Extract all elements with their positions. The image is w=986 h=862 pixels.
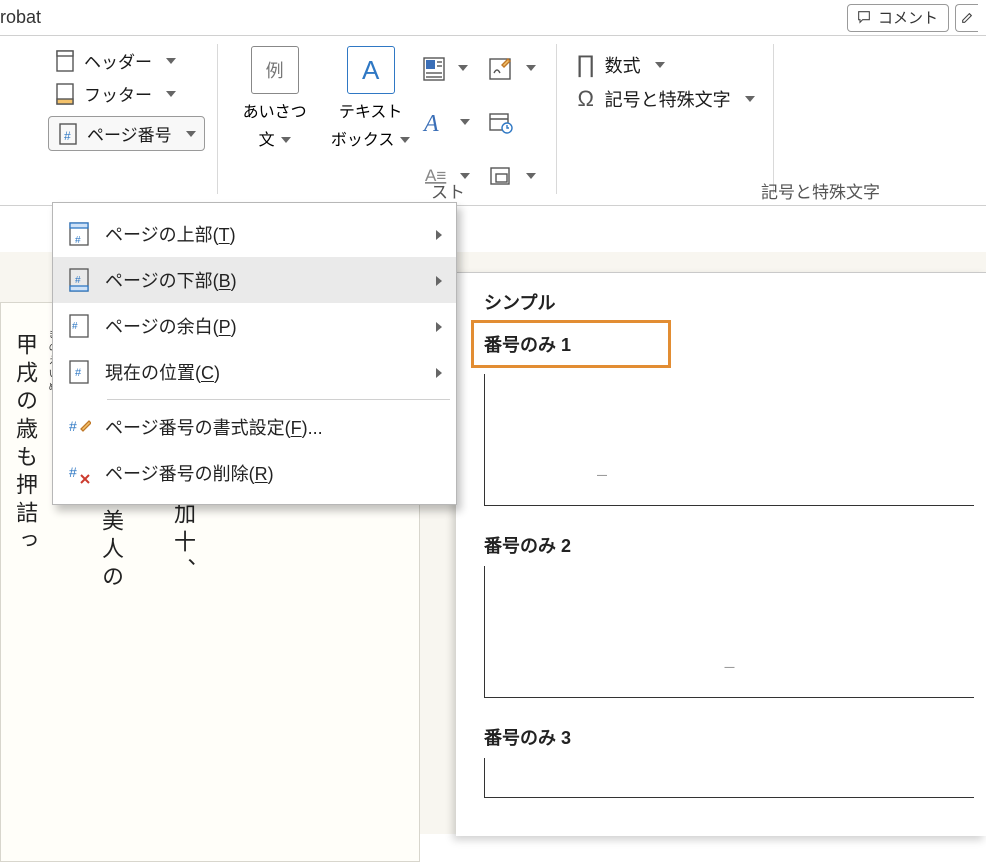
footer-button-label: フッター — [84, 81, 152, 106]
footer-button[interactable]: フッター — [48, 77, 205, 110]
gallery-preview: — — [484, 374, 974, 506]
svg-text:A: A — [422, 111, 439, 135]
pi-icon: ∏ — [575, 54, 597, 76]
svg-text:#: # — [64, 129, 71, 143]
page-number-gallery: シンプル 番号のみ 1 — 番号のみ 2 — 番号のみ 3 — [456, 272, 986, 836]
header-icon — [54, 50, 76, 72]
comment-button-label: コメント — [878, 7, 938, 28]
menu-separator — [107, 399, 450, 400]
text-box-button[interactable]: A テキスト ボックス — [326, 44, 416, 194]
gallery-item-title: 番号のみ 3 — [474, 716, 978, 758]
signature-line-button[interactable] — [488, 44, 544, 92]
ribbon-group-header-footer: ヘッダー フッター # ページ番号 — [0, 44, 218, 194]
menu-item-page-bottom[interactable]: # ページの下部(B) — [53, 257, 456, 303]
chevron-right-icon — [436, 316, 442, 337]
page-number-button-label: ページ番号 — [87, 121, 172, 146]
svg-text:#: # — [69, 418, 77, 434]
signature-icon — [488, 55, 514, 81]
greeting-button[interactable]: 例 あいさつ 文 — [230, 44, 320, 194]
gallery-item-number-only-2[interactable]: 番号のみ 2 — — [474, 524, 978, 698]
text-small-grid: A A≡ — [422, 44, 544, 194]
omega-icon: Ω — [575, 88, 597, 110]
chevron-right-icon — [436, 224, 442, 245]
svg-text:#: # — [69, 464, 77, 480]
dropcap-icon — [422, 54, 446, 82]
greeting-box-icon: 例 — [251, 46, 299, 94]
svg-text:#: # — [75, 367, 82, 379]
symbols-button[interactable]: Ω 記号と特殊文字 — [569, 82, 761, 116]
wordart-button[interactable]: A — [422, 98, 478, 146]
menu-item-page-top[interactable]: # ページの上部(T) — [53, 211, 456, 257]
datetime-icon — [488, 109, 514, 135]
hash-format-icon: # — [67, 414, 91, 440]
gallery-item-number-only-3[interactable]: 番号のみ 3 — [474, 716, 978, 798]
svg-text:#: # — [72, 321, 78, 332]
menu-item-remove-page-number[interactable]: # ページ番号の削除(R) — [53, 450, 456, 496]
svg-text:#: # — [75, 275, 81, 286]
hash-icon: # — [57, 123, 79, 145]
page-number-button[interactable]: # ページ番号 — [48, 116, 205, 151]
symbols-button-label: 記号と特殊文字 — [605, 86, 731, 112]
app-title-fragment: robat — [0, 7, 41, 28]
gallery-item-number-only-1[interactable]: 番号のみ 1 — — [474, 320, 978, 506]
footer-icon — [54, 83, 76, 105]
doc-bottom-icon: # — [67, 267, 91, 293]
equation-button[interactable]: ∏ 数式 — [569, 48, 761, 82]
gallery-preview — [484, 758, 974, 798]
title-bar: robat コメント — [0, 0, 986, 36]
menu-item-page-margin[interactable]: # ページの余白(P) — [53, 303, 456, 349]
doc-hash-icon: # — [67, 359, 91, 385]
comment-icon — [856, 9, 872, 25]
ribbon: ヘッダー フッター # ページ番号 例 あいさつ 文 A テキスト ボックス — [0, 36, 986, 206]
doc-hash-icon: # — [67, 313, 91, 339]
menu-item-current-position[interactable]: # 現在の位置(C) — [53, 349, 456, 395]
edit-icon — [960, 9, 976, 25]
gallery-section-title: シンプル — [474, 283, 978, 323]
chevron-right-icon — [436, 362, 442, 383]
italic-a-icon: A — [422, 109, 448, 135]
doc-text-col-4: 甲戌の歳も押詰っ — [9, 333, 41, 557]
comment-button[interactable]: コメント — [847, 4, 949, 32]
menu-item-format-page-number[interactable]: # ページ番号の書式設定(F)... — [53, 404, 456, 450]
gallery-item-title: 番号のみ 1 — [471, 320, 671, 368]
ribbon-group-text: 例 あいさつ 文 A テキスト ボックス A — [218, 44, 557, 194]
header-button[interactable]: ヘッダー — [48, 44, 205, 77]
ribbon-group-label-symbols: 記号と特殊文字 — [655, 178, 986, 203]
gallery-preview: — — [484, 566, 974, 698]
date-time-button[interactable] — [488, 98, 544, 146]
page-number-menu: # ページの上部(T) # ページの下部(B) # ページの余白(P) # 現在… — [52, 202, 457, 505]
hash-remove-icon: # — [67, 460, 91, 486]
ribbon-group-symbols: ∏ 数式 Ω 記号と特殊文字 — [557, 44, 774, 194]
doc-top-icon: # — [67, 221, 91, 247]
text-box-icon: A — [347, 46, 395, 94]
edit-button[interactable] — [955, 4, 978, 32]
chevron-right-icon — [436, 270, 442, 291]
svg-text:#: # — [75, 235, 81, 246]
header-button-label: ヘッダー — [84, 48, 152, 73]
gallery-item-title: 番号のみ 2 — [474, 524, 978, 566]
quick-parts-button[interactable] — [422, 44, 478, 92]
equation-button-label: 数式 — [605, 52, 641, 78]
ribbon-group-label-text: スト — [0, 178, 475, 203]
